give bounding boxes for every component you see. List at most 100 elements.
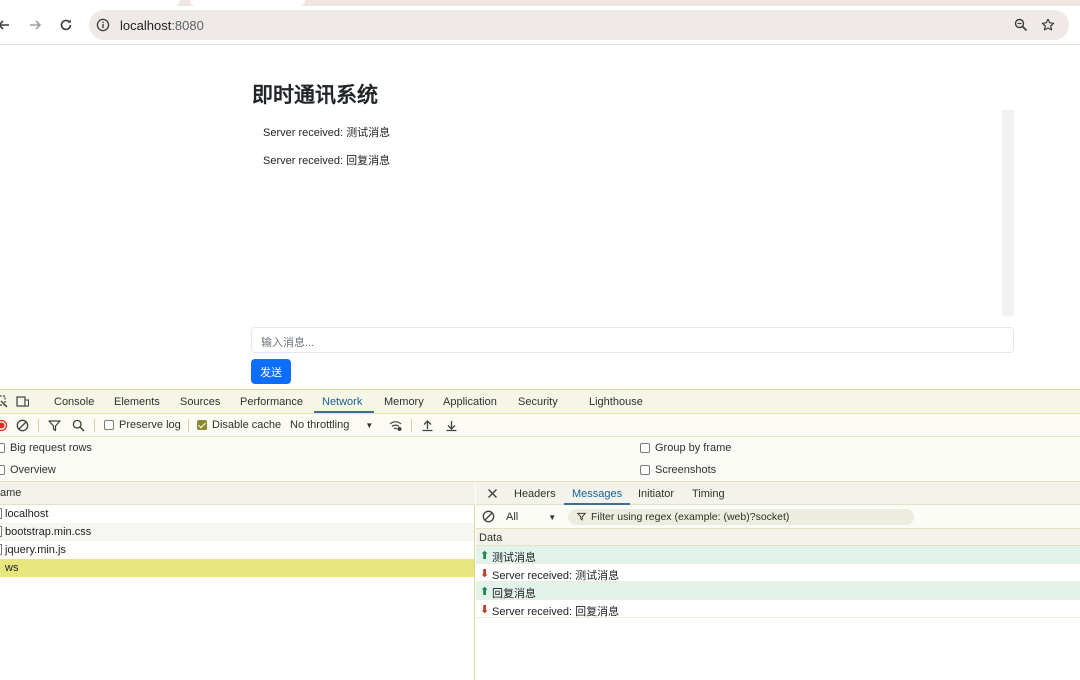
url-text: localhost:8080 — [120, 18, 204, 33]
group-by-frame-label: Group by frame — [655, 442, 732, 454]
overview-label: Overview — [10, 464, 56, 476]
devtools-tab-sources[interactable]: Sources — [180, 396, 220, 408]
filter-icon — [577, 512, 586, 521]
throttling-value: No throttling — [290, 419, 350, 431]
forward-button[interactable] — [25, 15, 45, 35]
back-button[interactable] — [0, 15, 14, 35]
detail-tab-initiator[interactable]: Initiator — [638, 488, 674, 500]
big-request-rows-label: Big request rows — [10, 442, 92, 454]
request-row[interactable]: localhost — [0, 505, 474, 523]
request-detail-panel: Headers Messages Initiator Timing All ▼ F… — [476, 482, 1080, 680]
devtools-tab-bar: Console Elements Sources Performance Net… — [0, 390, 1080, 414]
devtools-tab-console[interactable]: Console — [54, 396, 94, 408]
disable-cache-checkbox[interactable]: Disable cache — [197, 419, 281, 431]
export-har-icon[interactable] — [445, 419, 458, 432]
reload-icon — [60, 19, 72, 31]
arrow-down-icon: ⬇ — [480, 568, 490, 580]
request-list-header[interactable]: ame — [0, 482, 475, 505]
arrow-up-icon: ⬆ — [480, 550, 490, 562]
message-type-value: All — [506, 511, 519, 523]
ws-frame-sent[interactable]: ⬆ 测试消息 — [476, 546, 1080, 564]
request-row[interactable]: jquery.min.js — [0, 541, 474, 559]
request-row[interactable]: bootstrap.min.css — [0, 523, 474, 541]
page-title: 即时通讯系统 — [252, 84, 378, 107]
request-name: localhost — [5, 508, 49, 520]
toolbar-divider — [188, 419, 189, 432]
screenshots-label: Screenshots — [655, 464, 717, 476]
close-icon[interactable] — [486, 487, 499, 500]
detail-tab-messages[interactable]: Messages — [572, 488, 622, 500]
disable-cache-label: Disable cache — [212, 419, 282, 431]
overview-checkbox[interactable]: Overview — [0, 464, 56, 476]
messages-filter-input[interactable]: Filter using regex (example: (web)?socke… — [568, 509, 914, 525]
bookmark-star-icon[interactable] — [1041, 18, 1055, 32]
toolbar-divider — [94, 419, 95, 432]
group-by-frame-checkbox[interactable]: Group by frame — [640, 442, 731, 454]
checkbox-box[interactable] — [0, 465, 5, 475]
message-input[interactable]: 输入消息... — [251, 327, 1014, 353]
frame-text: 测试消息 — [492, 552, 536, 564]
devtools-tab-elements[interactable]: Elements — [114, 396, 160, 408]
arrow-right-icon — [30, 20, 42, 30]
url-port: :8080 — [171, 18, 204, 33]
stylesheet-icon — [0, 526, 2, 537]
arrow-up-icon: ⬆ — [480, 586, 490, 598]
data-column-header[interactable]: Data — [476, 529, 1080, 546]
arrow-left-icon — [0, 20, 9, 30]
device-toolbar-icon[interactable] — [16, 395, 29, 408]
preserve-log-label: Preserve log — [119, 419, 181, 431]
search-icon[interactable] — [72, 419, 85, 432]
checkbox-box[interactable] — [640, 465, 650, 475]
info-icon[interactable] — [96, 18, 110, 32]
web-page: 即时通讯系统 Server received: 测试消息 Server rece… — [0, 46, 1080, 389]
address-bar[interactable]: localhost:8080 — [89, 10, 1069, 40]
detail-tab-timing[interactable]: Timing — [692, 488, 725, 500]
request-name: bootstrap.min.css — [5, 526, 92, 538]
inspect-element-icon[interactable] — [0, 395, 8, 408]
detail-tab-bar: Headers Messages Initiator Timing — [476, 482, 1080, 505]
toolbar-divider — [38, 419, 39, 432]
request-row-selected[interactable]: ws — [0, 559, 474, 577]
name-column-header[interactable]: ame — [0, 487, 21, 499]
network-toolbar: Preserve log Disable cache No throttling… — [0, 414, 1080, 437]
ws-frame-received[interactable]: ⬇ Server received: 回复消息 — [476, 600, 1080, 618]
url-host: localhost — [120, 18, 172, 33]
message-list[interactable]: Server received: 测试消息 Server received: 回… — [252, 110, 1014, 316]
devtools-tab-performance[interactable]: Performance — [240, 396, 303, 408]
checkbox-box[interactable] — [197, 420, 207, 430]
devtools-tab-memory[interactable]: Memory — [384, 396, 424, 408]
record-icon[interactable] — [0, 419, 8, 432]
clear-icon[interactable] — [16, 419, 29, 432]
devtools-tab-network[interactable]: Network — [322, 396, 362, 408]
devtools-tab-lighthouse[interactable]: Lighthouse — [589, 396, 643, 408]
message-type-select[interactable]: All ▼ — [506, 511, 556, 523]
document-icon — [0, 508, 2, 519]
frame-text: 回复消息 — [492, 588, 536, 600]
reload-button[interactable] — [56, 15, 76, 35]
network-conditions-icon[interactable] — [389, 419, 402, 432]
checkbox-box[interactable] — [0, 443, 5, 453]
frame-text: Server received: 回复消息 — [492, 606, 620, 618]
ws-frame-sent[interactable]: ⬆ 回复消息 — [476, 582, 1080, 600]
checkbox-box[interactable] — [640, 443, 650, 453]
preserve-log-checkbox[interactable]: Preserve log — [104, 419, 181, 431]
messages-filter-bar: All ▼ Filter using regex (example: (web)?… — [476, 505, 1080, 529]
zoom-icon[interactable] — [1014, 18, 1028, 32]
throttling-select[interactable]: No throttling ▼ — [290, 419, 373, 431]
arrow-down-icon: ⬇ — [480, 604, 490, 616]
screenshots-checkbox[interactable]: Screenshots — [640, 464, 716, 476]
devtools-tab-application[interactable]: Application — [443, 396, 497, 408]
toolbar-divider — [411, 419, 412, 432]
checkbox-box[interactable] — [104, 420, 114, 430]
clear-messages-icon[interactable] — [482, 510, 495, 523]
devtools-tab-security[interactable]: Security — [518, 396, 558, 408]
detail-tab-headers[interactable]: Headers — [514, 488, 556, 500]
network-settings: Big request rows Overview Group by frame… — [0, 437, 1080, 482]
filter-icon[interactable] — [48, 419, 61, 432]
dropdown-arrow-icon: ▼ — [548, 512, 557, 522]
send-button[interactable]: 发送 — [251, 359, 291, 384]
request-list: ame localhost bootstrap.min.css jquery.m… — [0, 482, 475, 680]
import-har-icon[interactable] — [421, 419, 434, 432]
big-request-rows-checkbox[interactable]: Big request rows — [0, 442, 92, 454]
ws-frame-received[interactable]: ⬇ Server received: 测试消息 — [476, 564, 1080, 582]
